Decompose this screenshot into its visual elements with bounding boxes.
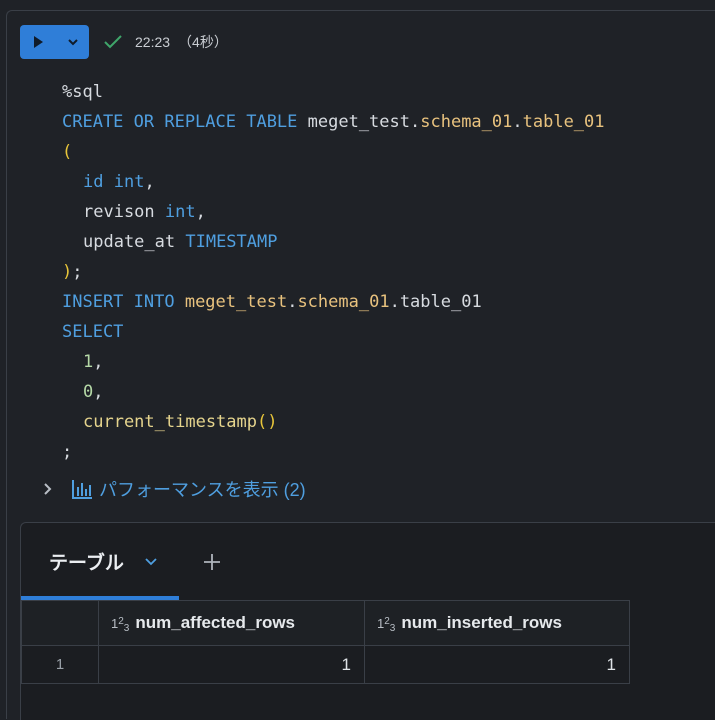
code-line: INSERT INTO meget_test.schema_01.table_0… bbox=[62, 287, 605, 317]
column-header-num-affected-rows[interactable]: 123 num_affected_rows bbox=[98, 600, 365, 646]
plus-icon bbox=[204, 554, 220, 570]
code-token: ( bbox=[62, 142, 73, 162]
code-token: int bbox=[164, 202, 196, 222]
code-token: table_01 bbox=[399, 292, 482, 312]
code-token: schema_01 bbox=[297, 292, 390, 312]
bar-chart-icon bbox=[72, 480, 92, 499]
code-token: , bbox=[93, 382, 104, 402]
code-line: 1, bbox=[62, 347, 605, 377]
code-token: ; bbox=[62, 442, 73, 462]
code-token: ; bbox=[72, 262, 83, 282]
results-tabs: テーブル bbox=[21, 523, 715, 600]
code-line: ( bbox=[62, 137, 605, 167]
code-token: SELECT bbox=[62, 322, 124, 342]
code-token: , bbox=[144, 172, 155, 192]
code-token: 0 bbox=[83, 382, 94, 402]
tab-table[interactable]: テーブル bbox=[21, 523, 179, 600]
code-token: . bbox=[512, 112, 523, 132]
code-line: id int, bbox=[62, 167, 605, 197]
execution-status: 22:23 （4秒） bbox=[103, 31, 228, 53]
code-line: ; bbox=[62, 437, 605, 467]
code-token: . bbox=[287, 292, 298, 312]
code-line: update_at TIMESTAMP bbox=[62, 227, 605, 257]
code-line: %sql bbox=[62, 77, 605, 107]
code-line: ); bbox=[62, 257, 605, 287]
table-cell[interactable]: 1 bbox=[364, 645, 630, 684]
code-token: table_01 bbox=[522, 112, 605, 132]
table-row: 1 1 1 bbox=[21, 645, 630, 684]
execution-duration: （4秒） bbox=[178, 34, 228, 50]
chevron-right-icon bbox=[44, 483, 52, 495]
add-visualization-button[interactable] bbox=[199, 549, 225, 575]
code-line: CREATE OR REPLACE TABLE meget_test.schem… bbox=[62, 107, 605, 137]
show-performance-label: パフォーマンスを表示 (2) bbox=[99, 480, 306, 500]
play-icon bbox=[34, 36, 43, 48]
code-token: INSERT INTO bbox=[62, 292, 185, 312]
code-token: current_timestamp bbox=[83, 412, 257, 432]
code-token: , bbox=[195, 202, 206, 222]
code-line: SELECT bbox=[62, 317, 605, 347]
code-line: revison int, bbox=[62, 197, 605, 227]
code-line: 0, bbox=[62, 377, 605, 407]
code-token: update_at bbox=[83, 232, 186, 252]
show-performance-toggle[interactable]: パフォーマンスを表示 (2) bbox=[43, 477, 306, 501]
integer-type-icon: 123 bbox=[377, 615, 396, 634]
code-token: schema_01 bbox=[420, 112, 513, 132]
chevron-down-icon bbox=[67, 39, 78, 46]
code-token: . bbox=[389, 292, 400, 312]
row-index-header bbox=[21, 600, 99, 646]
run-options-dropdown[interactable] bbox=[56, 25, 89, 59]
table-header-row: 123 num_affected_rows 123 num_inserted_r… bbox=[21, 600, 630, 646]
execution-time: 22:23 bbox=[135, 34, 171, 50]
table-cell[interactable]: 1 bbox=[98, 645, 365, 684]
code-token: int bbox=[113, 172, 145, 192]
success-check-icon bbox=[104, 35, 122, 49]
run-button-group bbox=[20, 25, 89, 59]
row-index: 1 bbox=[21, 645, 99, 684]
code-token: . bbox=[410, 112, 421, 132]
code-token: ) bbox=[62, 262, 73, 282]
column-header-label: num_affected_rows bbox=[135, 613, 296, 632]
code-token: CREATE OR REPLACE TABLE bbox=[62, 112, 308, 132]
run-cell-button[interactable] bbox=[20, 25, 56, 59]
column-header-label: num_inserted_rows bbox=[401, 613, 562, 632]
chevron-down-icon[interactable] bbox=[144, 557, 158, 567]
code-token: 1 bbox=[83, 352, 94, 372]
code-token: revison bbox=[83, 202, 165, 222]
code-token: () bbox=[257, 412, 278, 432]
code-token: , bbox=[93, 352, 104, 372]
results-panel: テーブル 123 num_affected_rows 1 2 3 num_ins… bbox=[20, 522, 715, 720]
code-line: current_timestamp() bbox=[62, 407, 605, 437]
code-token: meget_test bbox=[307, 112, 410, 132]
code-token: id bbox=[83, 172, 114, 192]
column-header-num-inserted-rows[interactable]: 123 num_inserted_rows bbox=[364, 600, 630, 646]
code-token: TIMESTAMP bbox=[185, 232, 278, 252]
code-token: %sql bbox=[62, 82, 103, 102]
notebook-cell: 22:23 （4秒） %sql CREATE OR REPLACE TABLE m… bbox=[6, 10, 715, 720]
code-token: meget_test bbox=[184, 292, 288, 312]
code-editor[interactable]: %sql CREATE OR REPLACE TABLE meget_test.s… bbox=[62, 77, 605, 467]
results-table: 123 num_affected_rows 123 num_inserted_r… bbox=[21, 600, 630, 684]
tab-table-label: テーブル bbox=[49, 553, 124, 574]
integer-type-icon: 123 bbox=[111, 615, 130, 634]
